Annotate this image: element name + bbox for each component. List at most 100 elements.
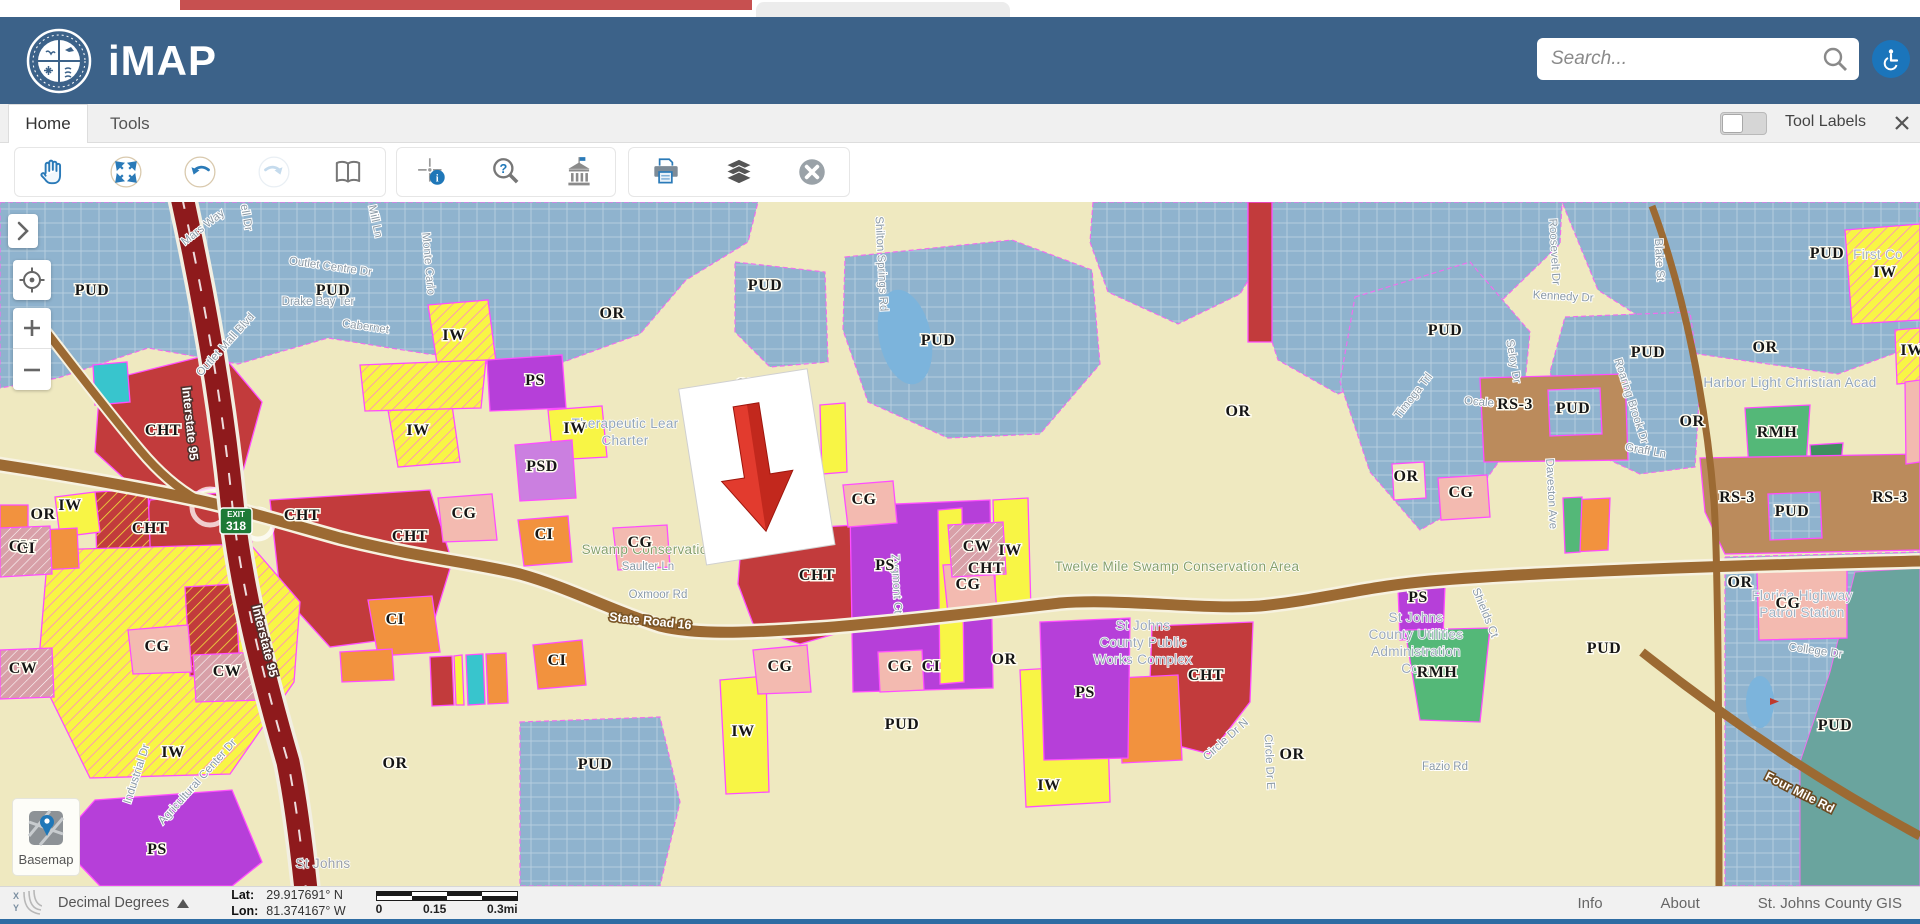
basemap-button[interactable]: Basemap <box>12 798 80 876</box>
query-button[interactable]: ? <box>484 150 528 194</box>
map-label: PSD <box>526 458 558 475</box>
map-label: Oxmoor Rd <box>629 589 688 601</box>
svg-text:i: i <box>436 174 439 185</box>
coordinates-readout: Lat:29.917691° N Lon:81.374167° W <box>223 886 347 920</box>
credit-text: St. Johns County GIS <box>1758 895 1902 912</box>
clear-graphics-button[interactable] <box>790 150 834 194</box>
coordinate-grid-icon: X Y <box>12 890 42 916</box>
tool-labels-toggle[interactable] <box>1720 112 1767 135</box>
svg-text:318: 318 <box>226 519 246 533</box>
pan-tool-button[interactable] <box>30 150 74 194</box>
back-arrow-icon <box>183 155 217 189</box>
about-link[interactable]: About <box>1661 895 1700 912</box>
map-label: CHT <box>145 422 181 439</box>
toolbar-group-inquiry: i ? <box>396 147 616 197</box>
app-header: iMAP <box>0 17 1920 104</box>
map-label: CHT <box>968 560 1004 577</box>
map-label: RS-3 <box>1872 489 1908 506</box>
locate-crosshair-icon <box>18 266 46 294</box>
accessibility-button[interactable] <box>1872 40 1910 78</box>
lat-label: Lat: <box>231 888 254 902</box>
tab-home[interactable]: Home <box>8 104 88 143</box>
close-panel-button[interactable] <box>1890 111 1914 135</box>
location-marker <box>679 369 835 565</box>
zoom-full-extent-button[interactable] <box>104 150 148 194</box>
map-label: County Public <box>1099 635 1186 650</box>
toolbar-group-navigation <box>14 147 386 197</box>
svg-text:Y: Y <box>13 903 19 913</box>
basemap-icon <box>26 808 66 848</box>
clear-x-icon <box>795 155 829 189</box>
map-label: IW <box>998 542 1021 559</box>
expand-panel-button[interactable] <box>8 214 38 248</box>
map-label: CW <box>213 663 242 680</box>
map-label: CHT <box>284 507 320 524</box>
previous-extent-button[interactable] <box>178 150 222 194</box>
map-label: St Johns <box>1116 618 1171 633</box>
map-label: IW <box>1900 342 1920 359</box>
map-label: Saulter Ln <box>622 561 674 573</box>
info-link[interactable]: Info <box>1578 895 1603 912</box>
search-question-icon: ? <box>489 155 523 189</box>
search-icon[interactable] <box>1821 45 1849 73</box>
zoom-in-button[interactable] <box>13 308 51 349</box>
map-label: PUD <box>748 277 782 294</box>
chevron-right-icon <box>14 220 32 242</box>
map-label: CW <box>9 660 38 677</box>
next-extent-button[interactable] <box>252 150 296 194</box>
map-label: OR <box>31 506 56 523</box>
map-label: IW <box>1873 264 1896 281</box>
svg-text:?: ? <box>499 161 507 176</box>
map-label: CI <box>386 611 405 628</box>
map-label: PUD <box>1587 640 1621 657</box>
map-label: OR <box>600 305 625 322</box>
layers-icon <box>722 155 756 189</box>
toolbar-group-output <box>628 147 850 197</box>
map-label: County Utilities <box>1369 627 1464 642</box>
map-label: CI <box>548 652 567 669</box>
map-label: CG <box>1449 484 1474 501</box>
map-label: PUD <box>921 332 955 349</box>
map-label: CHT <box>392 528 428 545</box>
tab-tools[interactable]: Tools <box>92 104 168 143</box>
identify-crosshair-icon: i <box>416 155 450 189</box>
tool-labels-label: Tool Labels <box>1785 113 1866 131</box>
government-services-button[interactable] <box>557 150 601 194</box>
print-button[interactable] <box>644 150 688 194</box>
map-label: IW <box>58 497 81 514</box>
map-label: RS-3 <box>1719 489 1755 506</box>
map-label: CW <box>963 538 992 555</box>
accessibility-icon <box>1879 47 1903 71</box>
map-label: OR <box>1728 574 1753 591</box>
pan-hand-icon <box>35 155 69 189</box>
map-label: PUD <box>75 282 109 299</box>
map-label: PUD <box>578 756 612 773</box>
map-label: Therapeutic Lear <box>572 416 679 431</box>
book-icon <box>331 155 365 189</box>
browser-strip-red <box>180 0 752 10</box>
identify-button[interactable]: i <box>411 150 455 194</box>
coordinate-format-selector[interactable]: Decimal Degrees <box>58 895 189 911</box>
close-icon <box>1894 115 1910 131</box>
geolocate-button[interactable] <box>13 260 51 300</box>
basemap-label: Basemap <box>19 852 74 867</box>
toggle-knob <box>1722 114 1743 133</box>
map-label: OR <box>1753 339 1778 356</box>
map-label: IW <box>442 327 465 344</box>
map-label: CHT <box>1188 667 1224 684</box>
map-label: CI <box>535 526 554 543</box>
map-label: CG <box>145 638 170 655</box>
county-seal-logo <box>26 28 92 94</box>
bookmarks-button[interactable] <box>326 150 370 194</box>
map-canvas[interactable]: EXIT 318 Mars Wayell DrMill LnOutlet Cen… <box>0 202 1920 886</box>
map-label: IW <box>406 422 429 439</box>
zoom-control <box>13 308 51 390</box>
zoom-out-button[interactable] <box>13 349 51 390</box>
map-label: RS-3 <box>1497 396 1533 413</box>
search-input[interactable] <box>1551 48 1821 70</box>
forward-arrow-icon <box>257 155 291 189</box>
layers-button[interactable] <box>717 150 761 194</box>
map-label: St Johns <box>296 856 351 871</box>
map-label: PUD <box>316 282 350 299</box>
map-label: CG <box>1776 595 1801 612</box>
